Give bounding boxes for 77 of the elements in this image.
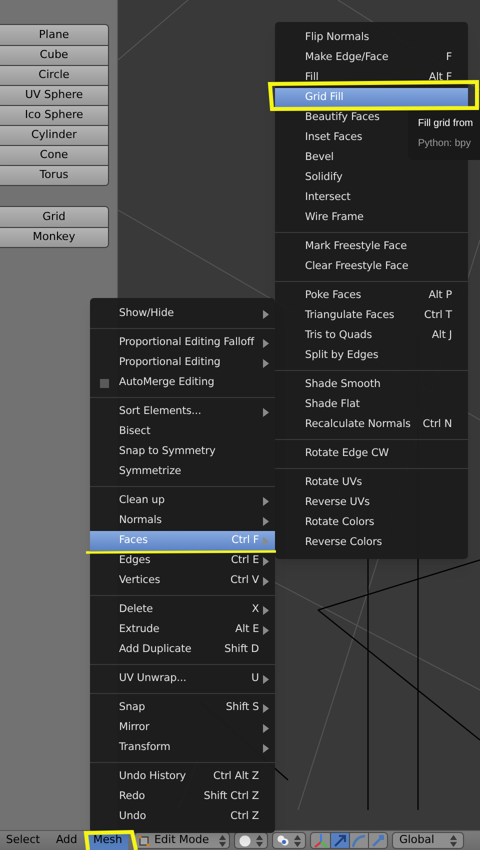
menu-item[interactable]: Poke Faces Alt P (275, 286, 468, 306)
menu-item[interactable]: Edges Ctrl E (90, 551, 275, 571)
header-menu[interactable]: Add (50, 830, 84, 850)
add-mesh-button[interactable]: Circle (0, 65, 108, 85)
pivot-dropdown[interactable] (272, 832, 306, 849)
menu-item[interactable]: Reverse Colors (275, 533, 468, 553)
menu-item[interactable]: Show/Hide (90, 304, 275, 324)
updown-icon (219, 834, 226, 846)
axes-icon (312, 833, 329, 848)
menu-item[interactable]: Fill Alt F (275, 68, 468, 88)
checkbox[interactable] (100, 378, 109, 388)
updown-icon (256, 834, 264, 846)
sphere-icon (239, 834, 252, 846)
menu-item[interactable]: Reverse UVs (275, 493, 468, 513)
menu-item[interactable]: Undo Ctrl Z (90, 807, 275, 827)
menu-item[interactable]: Mark Freestyle Face (275, 237, 468, 257)
menu-item[interactable]: Proportional Editing (90, 353, 275, 373)
menu-item[interactable]: Solidify (275, 168, 468, 188)
menu-item[interactable]: AutoMerge Editing (90, 373, 275, 393)
menu-item[interactable]: Wire Frame (275, 208, 468, 228)
menu-item[interactable]: Bisect (90, 422, 275, 442)
menu-item[interactable]: UV Unwrap... U (90, 669, 275, 689)
orientation-dropdown[interactable]: Global (392, 832, 464, 849)
add-mesh-button[interactable]: UV Sphere (0, 85, 108, 105)
menu-item[interactable]: Snap Shift S (90, 698, 275, 718)
tooltip-text: Fill grid from (418, 117, 474, 131)
add-mesh-button[interactable]: Grid (0, 207, 108, 227)
manipulator-toggle[interactable] (368, 833, 388, 848)
header-menu[interactable]: Select (0, 830, 46, 850)
arc-icon (351, 833, 368, 848)
manipulator-toggle[interactable] (330, 833, 350, 848)
menu-item[interactable]: Snap to Symmetry (90, 442, 275, 462)
menu-item[interactable]: Rotate Colors (275, 513, 468, 533)
menu-item[interactable]: Clear Freestyle Face (275, 257, 468, 277)
menu-item[interactable]: Triangulate Faces Ctrl T (275, 306, 468, 326)
add-mesh-button[interactable]: Cone (0, 145, 108, 165)
menu-item[interactable]: Symmetrize (90, 462, 275, 482)
menu-item[interactable]: Extrude Alt E (90, 620, 275, 640)
menu-item[interactable]: Sort Elements... (90, 402, 275, 422)
menu-item[interactable]: Split by Edges (275, 346, 468, 366)
add-mesh-button[interactable]: Cube (0, 45, 108, 65)
menu-item[interactable]: Undo History Ctrl Alt Z (90, 767, 275, 787)
python-path-text: Python: bpy (418, 137, 472, 151)
menu-item[interactable]: Proportional Editing Falloff (90, 333, 275, 353)
menu-item[interactable]: Transform (90, 738, 275, 758)
menu-item[interactable]: Make Edge/Face F (275, 48, 468, 68)
menu-item[interactable]: Mirror (90, 718, 275, 738)
add-mesh-button[interactable]: Plane (0, 25, 108, 45)
shading-dropdown[interactable] (234, 832, 268, 849)
menu-item[interactable]: Recalculate Normals Ctrl N (275, 415, 468, 435)
cube-icon (138, 834, 150, 846)
menu-item[interactable]: Rotate UVs (275, 473, 468, 493)
menu-item[interactable]: Vertices Ctrl V (90, 571, 275, 591)
menu-item[interactable]: Intersect (275, 188, 468, 208)
arrow-icon (332, 833, 348, 848)
menu-item[interactable]: Rotate Edge CW (275, 444, 468, 464)
add-mesh-button[interactable]: Ico Sphere (0, 105, 108, 125)
pivot-icon (277, 834, 290, 846)
manipulator-toggle[interactable] (311, 833, 330, 848)
menu-item[interactable]: Clean up (90, 491, 275, 511)
menu-item[interactable]: Tris to Quads Alt J (275, 326, 468, 346)
updown-icon (450, 834, 458, 846)
highlight-outline (83, 829, 139, 850)
add-mesh-button[interactable]: Monkey (0, 227, 108, 247)
menu-item[interactable]: Add Duplicate Shift D (90, 640, 275, 660)
manipulator-toggle[interactable] (349, 833, 368, 848)
mode-dropdown[interactable]: Edit Mode (134, 832, 230, 849)
menu-item[interactable]: Shade Flat (275, 395, 468, 415)
menu-item[interactable]: Shade Smooth (275, 375, 468, 395)
scale-icon (370, 833, 386, 848)
menu-item[interactable]: Delete X (90, 600, 275, 620)
add-mesh-button[interactable]: Torus (0, 165, 108, 185)
add-mesh-button[interactable]: Cylinder (0, 125, 108, 145)
menu-item[interactable]: Flip Normals (275, 28, 468, 48)
menu-item[interactable]: Redo Shift Ctrl Z (90, 787, 275, 807)
menu-item[interactable]: Normals (90, 511, 275, 531)
updown-icon (294, 834, 302, 846)
